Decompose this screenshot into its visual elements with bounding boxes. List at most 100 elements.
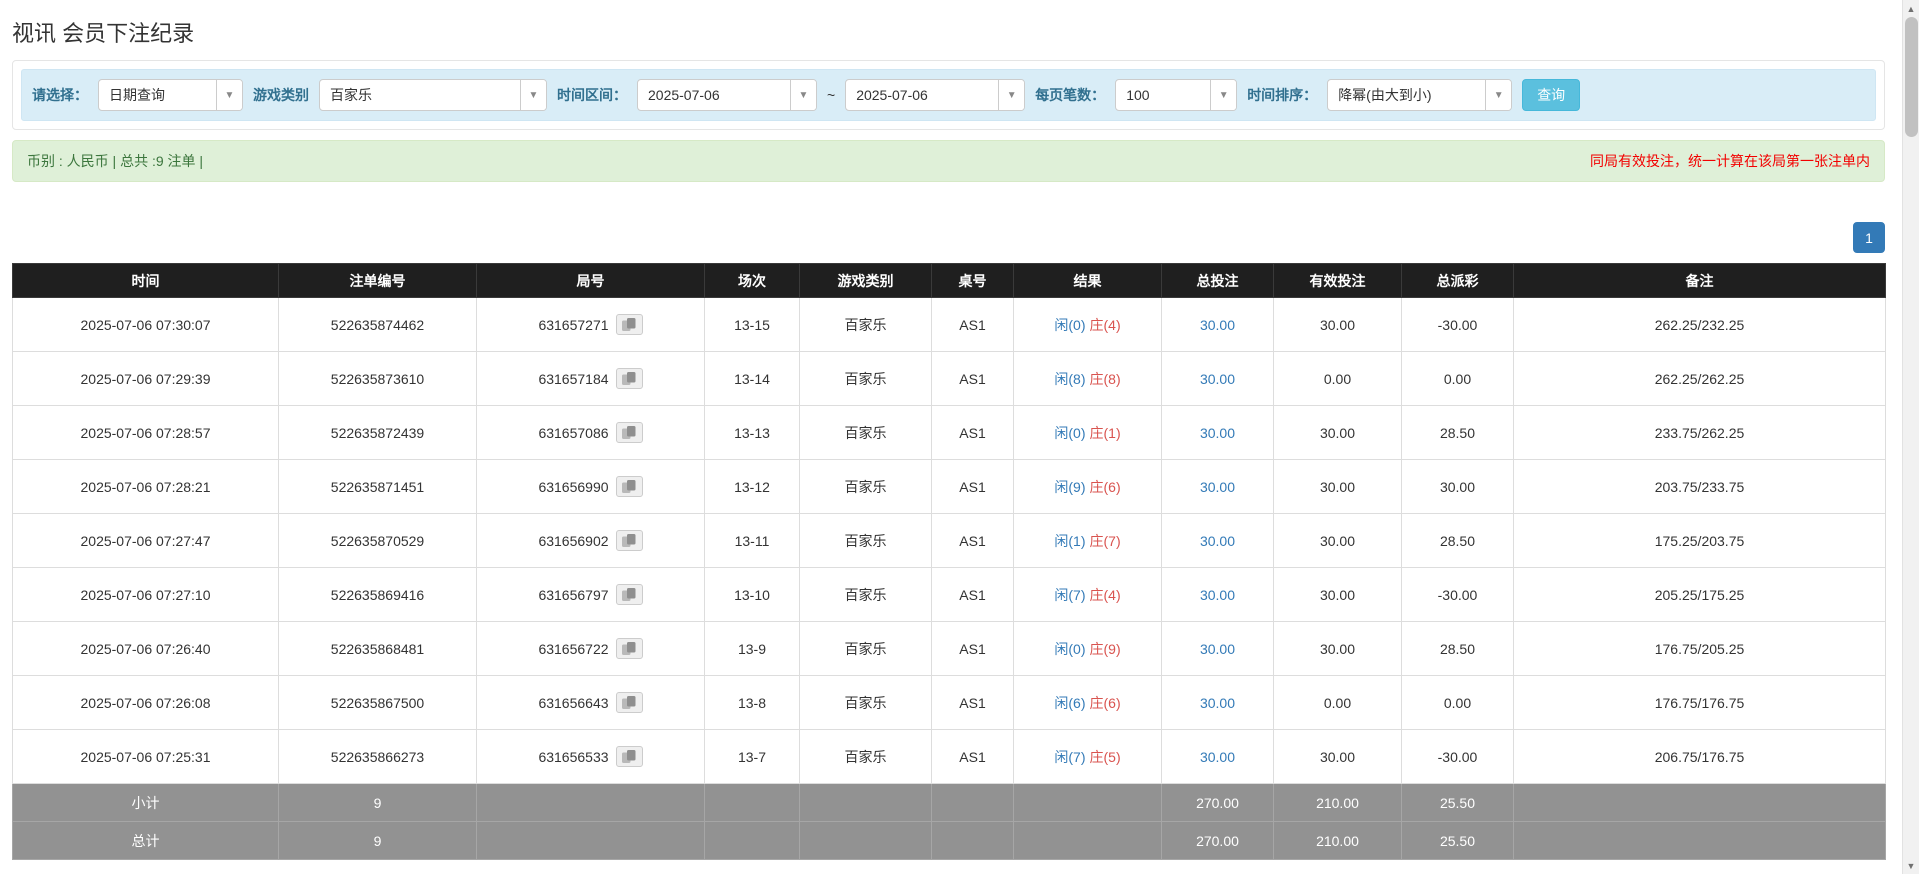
currency-summary: 币别 : 人民币 | 总共 :9 注单 | [27,151,203,171]
chevron-down-icon[interactable]: ▼ [520,80,546,110]
table-header: 时间 注单编号 局号 场次 游戏类别 桌号 结果 总投注 有效投注 总派彩 备注 [13,264,1886,298]
player-result: 闲(0) [1054,425,1085,441]
cell-table-number: AS1 [932,676,1014,730]
page-content: 视讯 会员下注纪录 请选择： 日期查询 ▼ 游戏类别 百家乐 ▼ 时间区间： 2… [12,0,1885,860]
player-result: 闲(0) [1054,317,1085,333]
cell-payout: 30.00 [1402,460,1514,514]
game-type-dropdown[interactable]: 百家乐 ▼ [319,79,547,111]
total-bet-link[interactable]: 30.00 [1200,587,1235,603]
cell-payout: -30.00 [1402,298,1514,352]
total-bet-link[interactable]: 30.00 [1200,749,1235,765]
select-type-dropdown[interactable]: 日期查询 ▼ [98,79,243,111]
subtotal-count: 9 [279,784,477,822]
cell-time: 2025-07-06 07:28:57 [13,406,279,460]
cell-bet-id: 522635869416 [279,568,477,622]
vertical-scrollbar[interactable]: ▲ ▼ [1902,0,1919,874]
chevron-down-icon[interactable]: ▼ [1210,80,1236,110]
total-payout: 25.50 [1402,822,1514,860]
round-detail-button[interactable] [616,584,643,605]
chevron-down-icon[interactable]: ▼ [998,80,1024,110]
cell-table-number: AS1 [932,730,1014,784]
cell-bet-id: 522635867500 [279,676,477,730]
cards-icon [621,317,638,332]
cell-result: 闲(7)庄(4) [1014,568,1162,622]
total-valid-bet: 210.00 [1274,822,1402,860]
total-bet-link[interactable]: 30.00 [1200,641,1235,657]
table-row: 2025-07-06 07:26:08 522635867500 6316566… [13,676,1886,730]
cell-payout: 28.50 [1402,622,1514,676]
cell-time: 2025-07-06 07:29:39 [13,352,279,406]
round-number: 631657184 [538,371,608,387]
cell-session: 13-8 [705,676,800,730]
pagination: 1 [12,222,1885,253]
round-detail-button[interactable] [616,746,643,767]
cards-icon [621,371,638,386]
banker-result: 庄(8) [1090,371,1121,387]
cell-result: 闲(1)庄(7) [1014,514,1162,568]
date-from-picker[interactable]: 2025-07-06 ▼ [637,79,817,111]
scroll-down-icon[interactable]: ▼ [1903,857,1919,874]
column-header-result: 结果 [1014,264,1162,298]
subtotal-label: 小计 [13,784,279,822]
banker-result: 庄(1) [1090,425,1121,441]
round-detail-button[interactable] [616,314,643,335]
page-number-button[interactable]: 1 [1853,222,1885,253]
scroll-up-icon[interactable]: ▲ [1903,0,1919,17]
cards-icon [621,479,638,494]
column-header-game: 游戏类别 [800,264,932,298]
total-bet-link[interactable]: 30.00 [1200,425,1235,441]
total-row: 总计 9 270.00 210.00 25.50 [13,822,1886,860]
cell-total-bet: 30.00 [1162,514,1274,568]
cell-note: 206.75/176.75 [1514,730,1886,784]
scrollbar-thumb[interactable] [1905,17,1918,137]
round-number: 631656722 [538,641,608,657]
game-type-value: 百家乐 [320,80,520,110]
valid-bet-warning: 同局有效投注，统一计算在该局第一张注单内 [1590,151,1870,171]
round-detail-button[interactable] [616,422,643,443]
round-detail-button[interactable] [616,530,643,551]
cell-total-bet: 30.00 [1162,352,1274,406]
round-number: 631657086 [538,425,608,441]
date-to-picker[interactable]: 2025-07-06 ▼ [845,79,1025,111]
cell-payout: 28.50 [1402,406,1514,460]
round-detail-button[interactable] [616,476,643,497]
cell-bet-id: 522635874462 [279,298,477,352]
cards-icon [621,641,638,656]
column-header-valid-bet: 有效投注 [1274,264,1402,298]
cell-total-bet: 30.00 [1162,298,1274,352]
cell-time: 2025-07-06 07:27:10 [13,568,279,622]
time-sort-value: 降幂(由大到小) [1328,80,1485,110]
cell-game-type: 百家乐 [800,676,932,730]
chevron-down-icon[interactable]: ▼ [216,80,242,110]
total-bet-link[interactable]: 30.00 [1200,533,1235,549]
column-header-total-bet: 总投注 [1162,264,1274,298]
round-detail-button[interactable] [616,692,643,713]
time-sort-label: 时间排序： [1247,85,1317,105]
page-size-value: 100 [1116,80,1210,110]
cards-icon [621,425,638,440]
cell-payout: -30.00 [1402,730,1514,784]
player-result: 闲(7) [1054,587,1085,603]
cell-round: 631656722 [477,622,705,676]
cell-total-bet: 30.00 [1162,676,1274,730]
total-bet-link[interactable]: 30.00 [1200,479,1235,495]
round-detail-button[interactable] [616,638,643,659]
date-to-value: 2025-07-06 [846,80,998,110]
cell-session: 13-12 [705,460,800,514]
chevron-down-icon[interactable]: ▼ [1485,80,1511,110]
table-row: 2025-07-06 07:26:40 522635868481 6316567… [13,622,1886,676]
total-bet-link[interactable]: 30.00 [1200,317,1235,333]
cell-game-type: 百家乐 [800,406,932,460]
cell-table-number: AS1 [932,298,1014,352]
cell-time: 2025-07-06 07:27:47 [13,514,279,568]
table-row: 2025-07-06 07:28:21 522635871451 6316569… [13,460,1886,514]
total-bet-link[interactable]: 30.00 [1200,371,1235,387]
chevron-down-icon[interactable]: ▼ [790,80,816,110]
round-detail-button[interactable] [616,368,643,389]
query-button[interactable]: 查询 [1522,79,1580,111]
player-result: 闲(6) [1054,695,1085,711]
total-bet-link[interactable]: 30.00 [1200,695,1235,711]
page-size-dropdown[interactable]: 100 ▼ [1115,79,1237,111]
time-sort-dropdown[interactable]: 降幂(由大到小) ▼ [1327,79,1512,111]
cell-result: 闲(6)庄(6) [1014,676,1162,730]
